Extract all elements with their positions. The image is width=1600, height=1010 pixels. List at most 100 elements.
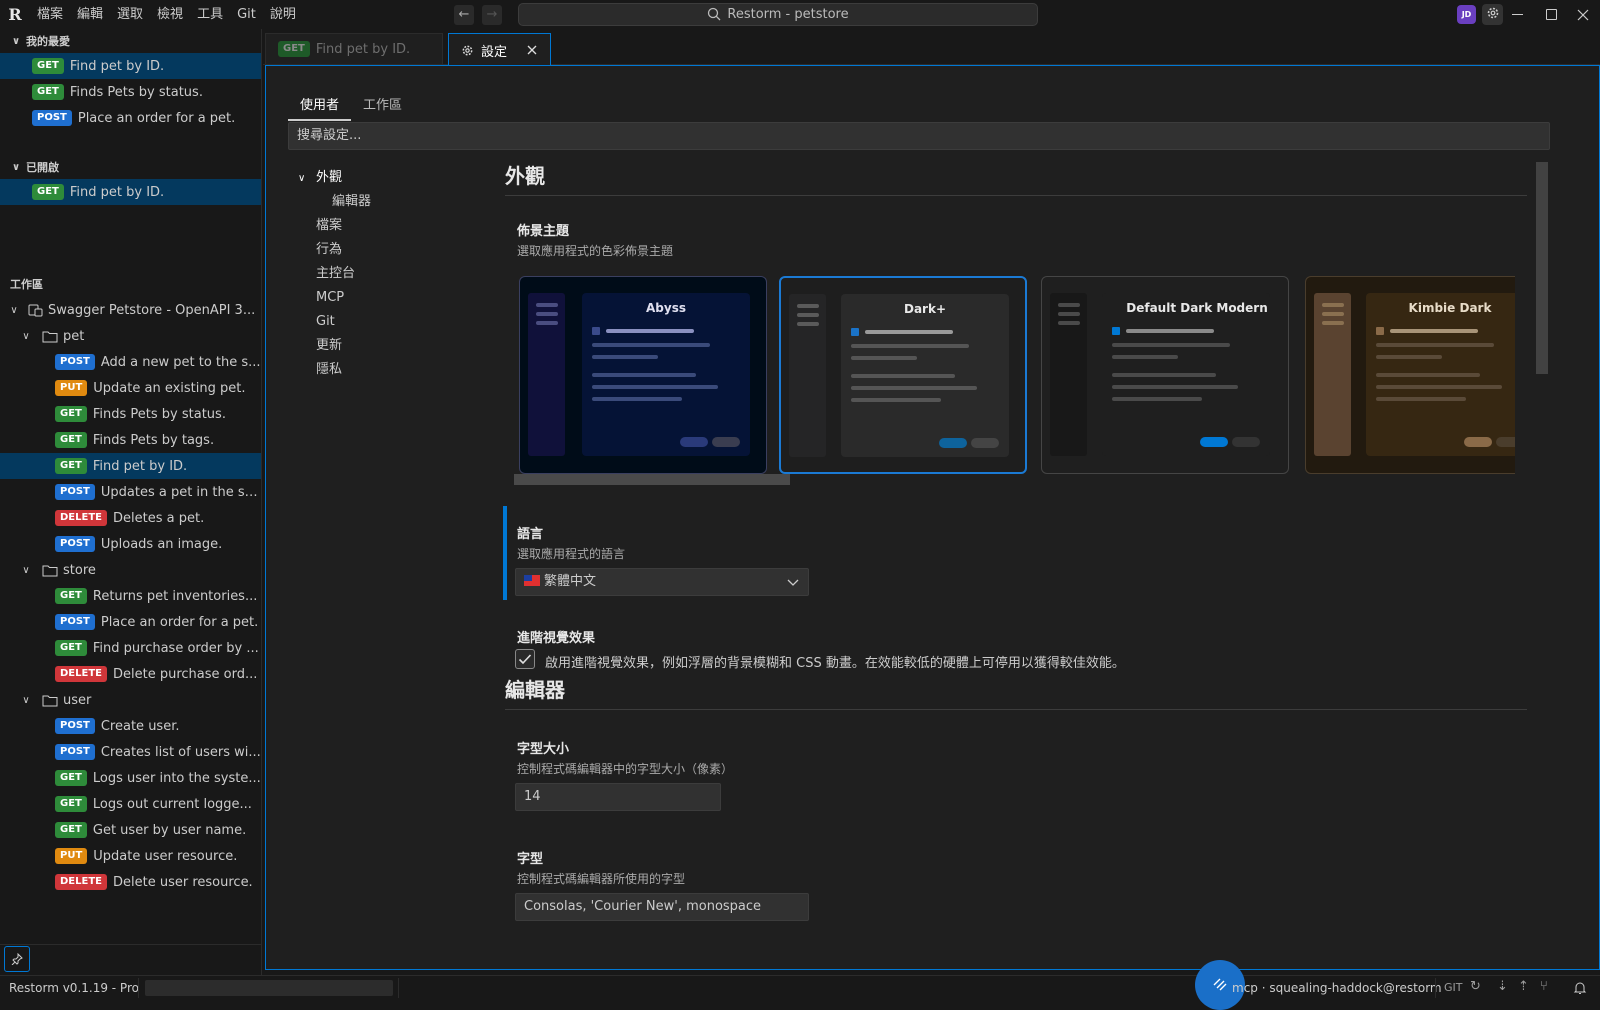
font-family-input[interactable]: Consolas, 'Courier New', monospace bbox=[515, 893, 809, 921]
advanced-effects-checkbox[interactable] bbox=[515, 649, 535, 669]
folder-store[interactable]: ∨ store bbox=[0, 557, 261, 583]
menu-git[interactable]: Git bbox=[230, 0, 263, 29]
request-item[interactable]: GET Find purchase order by ... bbox=[0, 635, 261, 661]
theme-gallery-scrollbar[interactable] bbox=[514, 474, 790, 485]
menu-help[interactable]: 說明 bbox=[263, 0, 303, 29]
theme-card-kimbie-dark[interactable]: Kimbie Dark bbox=[1305, 276, 1515, 474]
close-icon[interactable] bbox=[527, 45, 537, 55]
tab-settings[interactable]: 設定 bbox=[448, 33, 551, 66]
request-item[interactable]: DELETE Deletes a pet. bbox=[0, 505, 261, 531]
menu-edit[interactable]: 編輯 bbox=[70, 0, 110, 29]
toc-privacy[interactable]: 隱私 bbox=[294, 358, 474, 382]
preview-line bbox=[1112, 397, 1202, 401]
settings-scrollbar[interactable] bbox=[1536, 162, 1548, 374]
branch-icon[interactable]: ⑂ bbox=[1540, 979, 1548, 994]
toc-updates[interactable]: 更新 bbox=[294, 334, 474, 358]
project-node[interactable]: ∨ Swagger Petstore - OpenAPI 3... bbox=[0, 297, 261, 323]
preview-line bbox=[1058, 321, 1080, 325]
item-label: Find pet by ID. bbox=[69, 184, 165, 200]
request-item[interactable]: DELETE Delete user resource. bbox=[0, 869, 261, 895]
method-badge: GET bbox=[55, 588, 87, 604]
request-item[interactable]: GET Logs user into the syste... bbox=[0, 765, 261, 791]
request-item[interactable]: POST Creates list of users wi... bbox=[0, 739, 261, 765]
theme-preview-main: Default Dark Modern bbox=[1102, 293, 1270, 456]
preview-pill bbox=[712, 437, 740, 447]
toc-files[interactable]: 檔案 bbox=[294, 214, 474, 238]
font-size-input[interactable]: 14 bbox=[515, 783, 721, 811]
request-item[interactable]: POST Place an order for a pet. bbox=[0, 609, 261, 635]
tab-label: Find pet by ID. bbox=[315, 41, 411, 57]
favorite-item[interactable]: GET Finds Pets by status. bbox=[0, 79, 261, 105]
toc-mcp[interactable]: MCP bbox=[294, 286, 474, 310]
request-item[interactable]: GET Finds Pets by status. bbox=[0, 401, 261, 427]
request-item[interactable]: POST Updates a pet in the st... bbox=[0, 479, 261, 505]
request-item[interactable]: POST Create user. bbox=[0, 713, 261, 739]
method-badge: DELETE bbox=[55, 666, 107, 682]
pull-icon[interactable]: ⇣ bbox=[1497, 979, 1508, 994]
method-badge: POST bbox=[55, 484, 95, 500]
folder-label: user bbox=[63, 692, 92, 708]
toc-editor[interactable]: 編輯器 bbox=[294, 190, 474, 214]
toc-console[interactable]: 主控台 bbox=[294, 262, 474, 286]
theme-card-dark-plus[interactable]: Dark+ bbox=[779, 276, 1027, 474]
tab-find-pet[interactable]: GET Find pet by ID. bbox=[265, 33, 443, 65]
mcp-status[interactable]: mcp · squealing-haddock@restorm bbox=[1232, 976, 1442, 1000]
taiwan-flag-icon bbox=[524, 575, 540, 586]
request-item[interactable]: GET Logs out current logge... bbox=[0, 791, 261, 817]
tab-user[interactable]: 使用者 bbox=[288, 94, 352, 121]
maximize-icon[interactable] bbox=[1534, 0, 1568, 29]
folder-user[interactable]: ∨ user bbox=[0, 687, 261, 713]
theme-card-abyss[interactable]: Abyss bbox=[519, 276, 767, 474]
close-icon[interactable] bbox=[1566, 0, 1600, 29]
menu-file[interactable]: 檔案 bbox=[30, 0, 70, 29]
menu-selection[interactable]: 選取 bbox=[110, 0, 150, 29]
back-arrow-icon[interactable]: ← bbox=[454, 5, 474, 25]
toc-behavior[interactable]: 行為 bbox=[294, 238, 474, 262]
favorites-header[interactable]: ∨ 我的最愛 bbox=[0, 29, 261, 53]
forward-arrow-icon[interactable]: → bbox=[482, 5, 502, 25]
request-item[interactable]: GET Find pet by ID. bbox=[0, 453, 261, 479]
preview-line bbox=[592, 397, 682, 401]
request-item[interactable]: DELETE Delete purchase ord... bbox=[0, 661, 261, 687]
bell-icon[interactable] bbox=[1573, 981, 1587, 995]
toc-appearance[interactable]: ∨ 外觀 bbox=[294, 166, 474, 190]
preview-line bbox=[606, 329, 694, 333]
opened-header[interactable]: ∨ 已開啟 bbox=[0, 155, 261, 179]
preview-square bbox=[592, 327, 600, 335]
chevron-down-icon: ∨ bbox=[298, 173, 306, 184]
request-item[interactable]: GET Finds Pets by tags. bbox=[0, 427, 261, 453]
menu-tools[interactable]: 工具 bbox=[190, 0, 230, 29]
app-logo: R bbox=[8, 5, 22, 24]
request-item[interactable]: GET Get user by user name. bbox=[0, 817, 261, 843]
minimize-icon[interactable] bbox=[1500, 0, 1534, 29]
request-item[interactable]: PUT Update user resource. bbox=[0, 843, 261, 869]
request-item[interactable]: GET Returns pet inventories... bbox=[0, 583, 261, 609]
tab-workspace[interactable]: 工作區 bbox=[351, 94, 414, 121]
favorite-item[interactable]: POST Place an order for a pet. bbox=[0, 105, 261, 131]
settings-scope-tabs: 使用者 工作區 bbox=[288, 94, 414, 121]
request-item[interactable]: POST Add a new pet to the s... bbox=[0, 349, 261, 375]
avatar[interactable]: JD bbox=[1457, 5, 1476, 24]
divider bbox=[1435, 978, 1436, 998]
pin-icon[interactable] bbox=[4, 946, 30, 972]
request-item[interactable]: PUT Update an existing pet. bbox=[0, 375, 261, 401]
item-label: Place an order for a pet. bbox=[77, 110, 236, 126]
setting-description: 控制程式碼編輯器中的字型大小（像素） bbox=[517, 762, 734, 776]
item-label: Create user. bbox=[100, 718, 180, 734]
favorite-item[interactable]: GET Find pet by ID. bbox=[0, 53, 261, 79]
refresh-icon[interactable]: ↻ bbox=[1470, 979, 1481, 994]
menu-bar: 檔案 編輯 選取 檢視 工具 Git 說明 bbox=[30, 0, 303, 29]
preview-line bbox=[797, 313, 819, 317]
push-icon[interactable]: ⇡ bbox=[1518, 979, 1529, 994]
settings-search-input[interactable]: 搜尋設定... bbox=[288, 122, 1550, 150]
opened-item[interactable]: GET Find pet by ID. bbox=[0, 179, 261, 205]
toc-git[interactable]: Git bbox=[294, 310, 474, 334]
language-select[interactable]: 繁體中文 bbox=[515, 568, 809, 596]
menu-view[interactable]: 檢視 bbox=[150, 0, 190, 29]
request-item[interactable]: POST Uploads an image. bbox=[0, 531, 261, 557]
command-center[interactable]: Restorm - petstore bbox=[518, 3, 1038, 26]
folder-pet[interactable]: ∨ pet bbox=[0, 323, 261, 349]
preview-line bbox=[1112, 385, 1238, 389]
theme-card-default-dark-modern[interactable]: Default Dark Modern bbox=[1041, 276, 1289, 474]
theme-setting: 佈景主題 選取應用程式的色彩佈景主題 bbox=[498, 220, 673, 259]
